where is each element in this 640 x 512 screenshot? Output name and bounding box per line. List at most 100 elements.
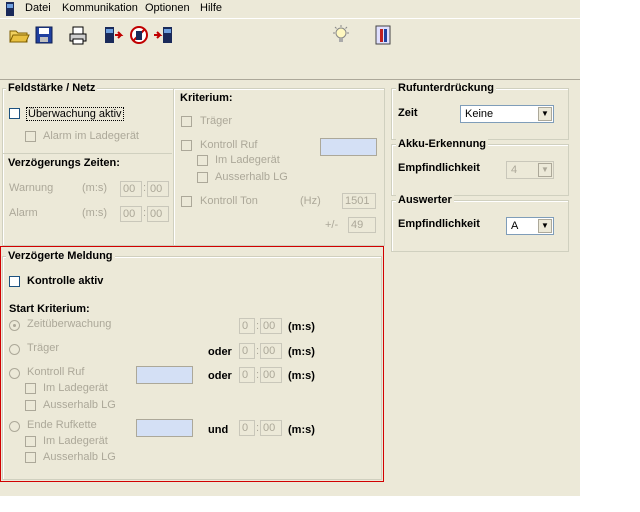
group-title-feldstaerke: Feldstärke / Netz [6,82,98,94]
menu-hilfe[interactable]: Hilfe [200,2,222,14]
ende-rufkette-label: Ende Rufkette [27,419,97,431]
app-window: Datei Kommunikation Optionen Hilfe Felds… [0,0,580,496]
akku-select[interactable]: 4 ▼ [506,161,554,179]
group-title-verzoegerte: Verzögerte Meldung [6,250,115,262]
toolbar-strip [0,53,580,80]
alarm-sec-field[interactable]: 00 [147,206,169,222]
ausserhalb-lg-label: Ausserhalb LG [215,171,288,183]
kontroll-ruf-checkbox[interactable] [181,140,192,151]
info-icon[interactable] [372,24,394,46]
auswerter-select-value: A [511,220,519,232]
menu-bar: Datei Kommunikation Optionen Hilfe [0,0,580,18]
kontrolle-aktiv-label: Kontrolle aktiv [27,275,104,287]
menu-optionen[interactable]: Optionen [145,2,190,14]
colon: : [256,320,260,332]
oder-label: oder [208,346,232,358]
alarm-ladegeraet-checkbox[interactable] [25,131,36,142]
warnung-sec-field[interactable]: 00 [147,181,169,197]
hz-field[interactable]: 1501 [342,193,376,209]
kontroll-ruf-code-field[interactable] [136,366,193,384]
ueberwachung-checkbox[interactable] [9,108,20,119]
colon: : [256,345,260,357]
traeger-sec-field[interactable]: 00 [260,343,282,359]
kontroll-ton-checkbox[interactable] [181,196,192,207]
chevron-down-icon[interactable]: ▼ [538,163,552,177]
ende-min-field[interactable]: 0 [239,420,255,436]
colon: : [143,207,147,219]
start-kriterium-label: Start Kriterium: [9,303,90,315]
menu-kommunikation[interactable]: Kommunikation [62,2,138,14]
toolbar [0,18,580,54]
warnung-label: Warnung [9,182,54,194]
warnung-min-field[interactable]: 00 [120,181,142,197]
ueberwachung-label: Überwachung aktiv [26,107,124,121]
ausserhalb-lg-label-2: Ausserhalb LG [43,451,116,463]
group-title-auswerter: Auswerter [396,194,454,206]
tolerance-field[interactable]: 49 [348,217,376,233]
zeit-unit: (m:s) [288,321,315,333]
verzoegerung-title: Verzögerungs Zeiten: [8,157,120,169]
und-label: und [208,424,229,436]
group-title-rufunterdrueckung: Rufunterdrückung [396,82,496,94]
ende-rufkette-code-field[interactable] [136,419,193,437]
kontroll-ruf-field[interactable] [320,138,377,156]
im-ladegeraet-checkbox-2[interactable] [25,436,36,447]
zeit-min-field[interactable]: 0 [239,318,255,334]
ende-sec-field[interactable]: 00 [260,420,282,436]
menu-datei[interactable]: Datei [25,2,51,14]
alarm-min-field[interactable]: 00 [120,206,142,222]
tolerance-label: +/- [325,219,339,231]
alarm-unit: (m:s) [82,207,108,219]
colon: : [256,369,260,381]
im-ladegeraet-label: Im Ladegerät [215,154,280,166]
akku-select-value: 4 [511,164,518,176]
zeit-sec-field[interactable]: 00 [260,318,282,334]
traeger-radio-label: Träger [27,342,59,354]
kriterium-title: Kriterium: [180,92,233,104]
open-folder-icon[interactable] [8,24,30,46]
ausserhalb-lg-checkbox[interactable] [197,172,208,183]
lightbulb-icon[interactable] [330,24,352,46]
auswerter-empfindlichkeit-label: Empfindlichkeit [398,218,480,230]
oder-label: oder [208,370,232,382]
traeger-checkbox[interactable] [181,116,192,127]
kontrolle-aktiv-checkbox[interactable] [9,276,20,287]
chevron-down-icon[interactable]: ▼ [538,107,552,121]
ende-rufkette-radio[interactable] [9,421,20,432]
ausserhalb-lg-label-1: Ausserhalb LG [43,399,116,411]
kontroll-ruf-radio-label: Kontroll Ruf [27,366,85,378]
auswerter-select[interactable]: A ▼ [506,217,554,235]
im-ladegeraet-label-1: Im Ladegerät [43,382,108,394]
ausserhalb-lg-checkbox-2[interactable] [25,452,36,463]
ende-unit: (m:s) [288,424,315,436]
traeger-unit: (m:s) [288,346,315,358]
kontroll-ruf-min-field[interactable]: 0 [239,367,255,383]
kontroll-ruf-label: Kontroll Ruf [200,139,258,151]
kontroll-ruf-sec-field[interactable]: 00 [260,367,282,383]
ausserhalb-lg-checkbox-1[interactable] [25,400,36,411]
colon: : [256,422,260,434]
traeger-radio[interactable] [9,344,20,355]
traeger-label: Träger [200,115,232,127]
warnung-unit: (m:s) [82,182,108,194]
traeger-min-field[interactable]: 0 [239,343,255,359]
colon: : [143,182,147,194]
zeit-select[interactable]: Keine ▼ [460,105,554,123]
zeitueberwachung-label: Zeitüberwachung [27,318,112,330]
connect-icon[interactable] [103,24,125,46]
kontroll-ruf-unit: (m:s) [288,370,315,382]
disconnect-icon[interactable] [153,24,175,46]
zeit-label: Zeit [398,107,418,119]
hz-label: (Hz) [300,195,321,207]
im-ladegeraet-label-2: Im Ladegerät [43,435,108,447]
print-icon[interactable] [67,24,89,46]
app-icon [6,2,14,16]
zeitueberwachung-radio[interactable] [9,320,20,331]
kontroll-ton-label: Kontroll Ton [200,195,258,207]
stop-icon[interactable] [128,24,150,46]
im-ladegeraet-checkbox[interactable] [197,155,208,166]
chevron-down-icon[interactable]: ▼ [538,219,552,233]
im-ladegeraet-checkbox-1[interactable] [25,383,36,394]
kontroll-ruf-radio[interactable] [9,368,20,379]
save-icon[interactable] [33,24,55,46]
